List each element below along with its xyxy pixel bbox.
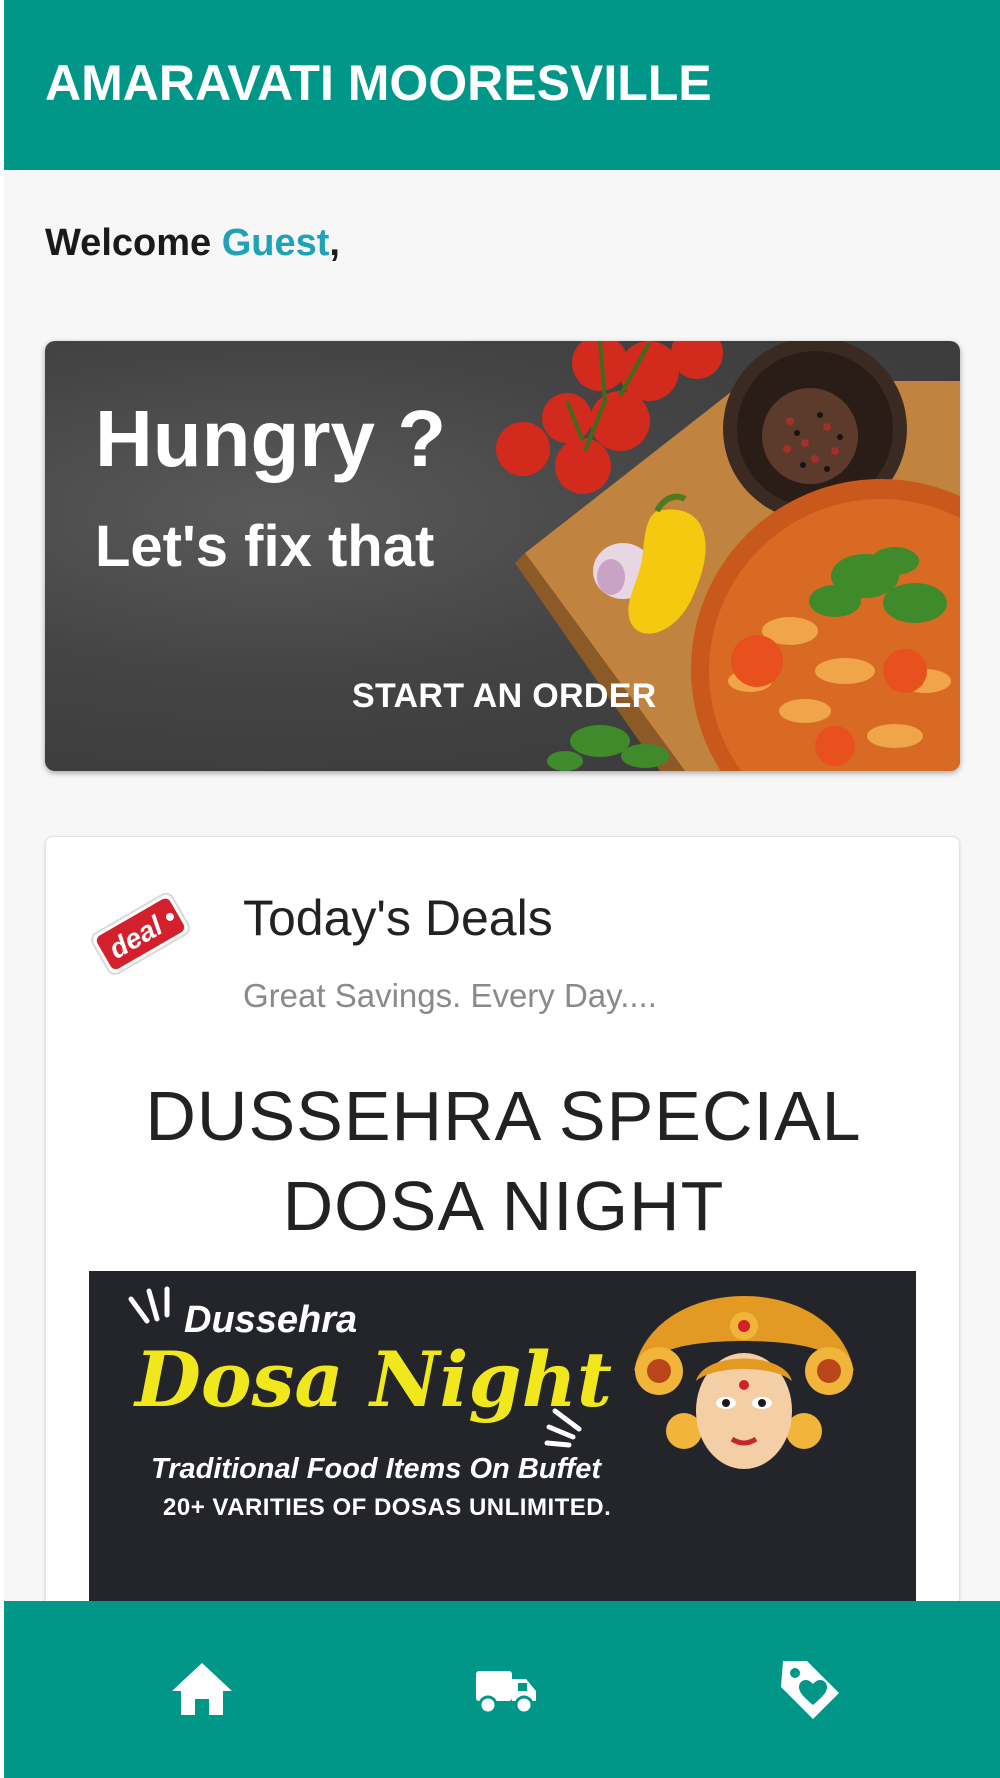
dosa-night-promo-banner[interactable]: Dussehra Dosa Night Traditional Food Ite… [89, 1271, 916, 1611]
deal-headline-line1: DUSSEHRA SPECIAL [145, 1077, 862, 1155]
home-icon [172, 1663, 232, 1715]
welcome-message: Welcome Guest, [45, 222, 340, 265]
hero-order-banner[interactable]: Hungry ? Let's fix that START AN ORDER [45, 341, 960, 771]
welcome-prefix: Welcome [45, 222, 222, 264]
nav-home-button[interactable] [162, 1653, 242, 1723]
start-order-button[interactable]: START AN ORDER [352, 677, 657, 716]
hero-title: Hungry ? [95, 394, 447, 483]
deals-subtitle: Great Savings. Every Day.... [243, 977, 657, 1014]
nav-deals-button[interactable] [769, 1653, 849, 1723]
deals-title: Today's Deals [243, 890, 553, 946]
hero-subtitle: Let's fix that [95, 514, 435, 579]
delivery-truck-icon [476, 1671, 536, 1715]
deal-headline-line2: DOSA NIGHT [282, 1167, 725, 1245]
deals-tag-icon [781, 1661, 839, 1719]
nav-delivery-button[interactable] [466, 1653, 546, 1723]
banner-line-varieties: 20+ VARITIES OF DOSAS UNLIMITED. [163, 1494, 612, 1521]
deal-tag-icon: deal [91, 892, 190, 975]
app-screen: AMARAVATI MOORESVILLE Welcome Guest, Hun… [4, 0, 1000, 1778]
deal-headline: DUSSEHRA SPECIAL DOSA NIGHT [46, 1071, 961, 1251]
app-title: AMARAVATI MOORESVILLE [45, 55, 712, 111]
banner-line-buffet: Traditional Food Items On Buffet [151, 1453, 602, 1485]
welcome-suffix: , [329, 222, 340, 264]
app-bar: AMARAVATI MOORESVILLE [4, 0, 1000, 170]
welcome-user-name: Guest [221, 222, 330, 264]
bottom-navigation [4, 1601, 1000, 1778]
banner-line-dosa-night: Dosa Night [135, 1335, 612, 1424]
